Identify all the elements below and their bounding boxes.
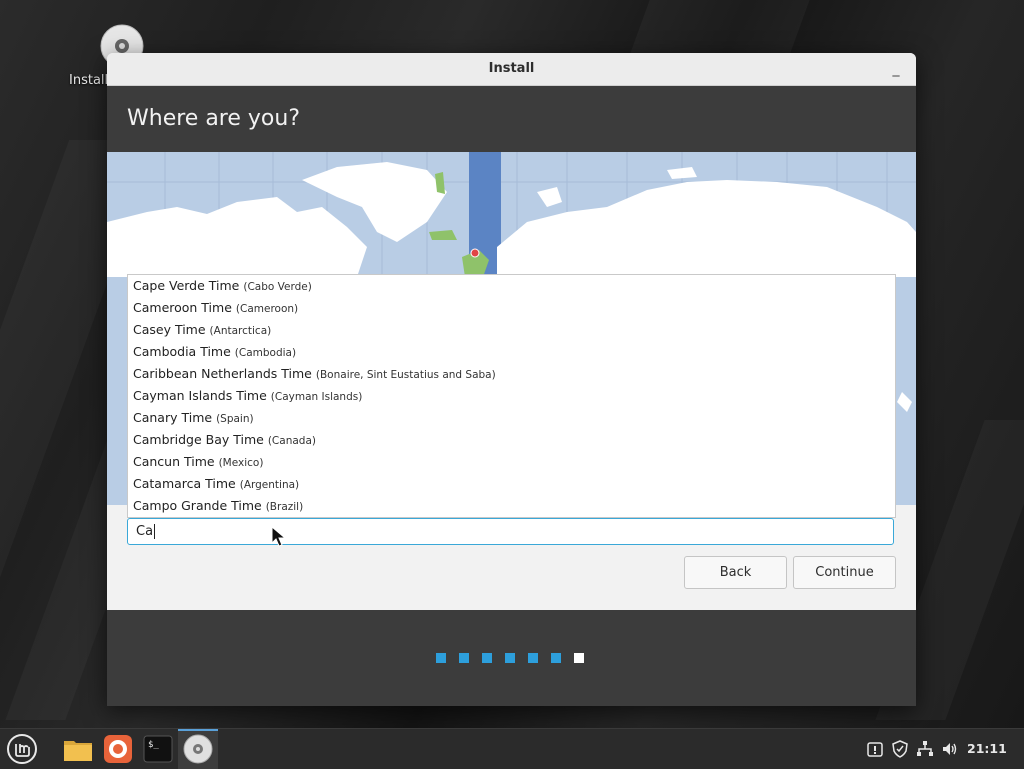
desktop-icon-label[interactable]: Install: [69, 73, 108, 88]
installer-disc-icon[interactable]: [182, 733, 214, 765]
list-item[interactable]: Casey Time (Antarctica): [133, 319, 271, 341]
list-item[interactable]: Cambridge Bay Time (Canada): [133, 429, 316, 451]
timezone-suggestion-list[interactable]: Cape Verde Time (Cabo Verde) Cameroon Ti…: [127, 274, 896, 518]
timezone-region: (Cambodia): [234, 347, 297, 359]
list-item[interactable]: Cameroon Time (Cameroon): [133, 297, 298, 319]
timezone-region: (Mexico): [218, 457, 264, 469]
window-title: Install: [488, 61, 535, 76]
title-bar[interactable]: Install _: [107, 53, 916, 86]
timezone-region: (Bonaire, Sint Eustatius and Saba): [315, 369, 496, 381]
shield-icon[interactable]: [891, 740, 909, 758]
timezone-region: (Brazil): [265, 501, 304, 513]
timezone-name: Cancun Time: [133, 454, 215, 469]
continue-button[interactable]: Continue: [793, 556, 896, 589]
progress-step-1: [436, 653, 446, 663]
list-item[interactable]: Caribbean Netherlands Time (Bonaire, Sin…: [133, 363, 496, 385]
list-item[interactable]: Cape Verde Time (Cabo Verde): [133, 275, 312, 297]
timezone-search-input[interactable]: Ca: [127, 518, 894, 545]
svg-text:$_: $_: [148, 740, 159, 750]
timezone-region: (Canada): [267, 435, 316, 447]
terminal-icon[interactable]: $_: [142, 733, 174, 765]
page-header: Where are you?: [107, 86, 916, 152]
timezone-name: Cameroon Time: [133, 300, 232, 315]
timezone-name: Cape Verde Time: [133, 278, 240, 293]
list-item[interactable]: Cayman Islands Time (Cayman Islands): [133, 385, 362, 407]
clock[interactable]: 21:11: [967, 741, 1007, 756]
progress-step-7: [574, 653, 584, 663]
update-manager-icon[interactable]: [866, 740, 884, 758]
list-item[interactable]: Campo Grande Time (Brazil): [133, 495, 303, 517]
progress-step-4: [505, 653, 515, 663]
timezone-name: Caribbean Netherlands Time: [133, 366, 312, 381]
list-item[interactable]: Catamarca Time (Argentina): [133, 473, 299, 495]
search-input-value: Ca: [136, 524, 154, 539]
timezone-name: Campo Grande Time: [133, 498, 262, 513]
list-item[interactable]: Cancun Time (Mexico): [133, 451, 263, 473]
minimize-button[interactable]: _: [886, 59, 906, 79]
progress-step-2: [459, 653, 469, 663]
network-icon[interactable]: [916, 740, 934, 758]
progress-step-5: [528, 653, 538, 663]
list-item[interactable]: Canary Time (Spain): [133, 407, 254, 429]
timezone-name: Catamarca Time: [133, 476, 236, 491]
volume-icon[interactable]: [941, 740, 959, 758]
progress-step-6: [551, 653, 561, 663]
taskbar: $_ 21:11: [0, 728, 1024, 769]
files-icon[interactable]: [62, 733, 94, 765]
timezone-region: (Antarctica): [209, 325, 272, 337]
installer-window: Install _ Where are you? Cape Verde Time…: [107, 53, 916, 706]
timezone-name: Cayman Islands Time: [133, 388, 267, 403]
mouse-pointer-icon: [271, 525, 289, 552]
timezone-region: (Spain): [216, 413, 254, 425]
list-item[interactable]: Cambodia Time (Cambodia): [133, 341, 296, 363]
timezone-region: (Cayman Islands): [270, 391, 363, 403]
mint-menu-icon[interactable]: [6, 733, 38, 765]
timezone-region: (Cabo Verde): [243, 281, 312, 293]
timezone-region: (Argentina): [239, 479, 300, 491]
timezone-name: Canary Time: [133, 410, 213, 425]
progress-step-3: [482, 653, 492, 663]
timezone-name: Cambridge Bay Time: [133, 432, 264, 447]
timezone-region: (Cameroon): [235, 303, 299, 315]
back-button[interactable]: Back: [684, 556, 787, 589]
timezone-name: Cambodia Time: [133, 344, 231, 359]
timezone-name: Casey Time: [133, 322, 206, 337]
firefox-icon[interactable]: [102, 733, 134, 765]
page-title: Where are you?: [127, 106, 300, 131]
text-caret: [154, 524, 156, 539]
